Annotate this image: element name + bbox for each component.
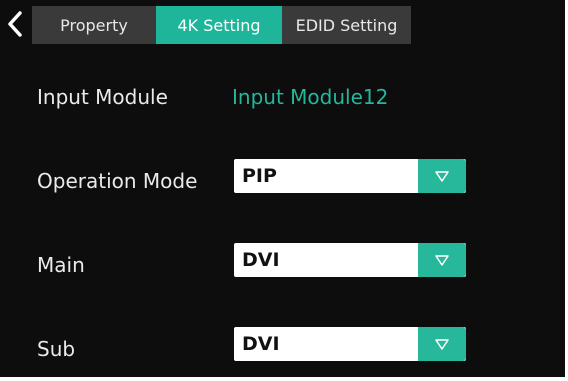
- main-label: Main: [37, 253, 85, 277]
- tab-edid-setting[interactable]: EDID Setting: [282, 6, 411, 44]
- main-value: DVI: [242, 249, 280, 271]
- tab-4k-setting[interactable]: 4K Setting: [156, 6, 282, 44]
- sub-label: Sub: [37, 337, 76, 361]
- operation-mode-value: PIP: [242, 165, 277, 187]
- input-module-value: Input Module12: [232, 85, 389, 109]
- back-button[interactable]: [3, 8, 27, 40]
- chevron-left-icon: [8, 11, 22, 37]
- operation-mode-label: Operation Mode: [37, 169, 198, 193]
- triangle-down-icon: [435, 338, 449, 350]
- triangle-down-icon: [435, 254, 449, 266]
- operation-mode-select[interactable]: PIP: [234, 159, 466, 193]
- sub-value: DVI: [242, 333, 280, 355]
- main-select[interactable]: DVI: [234, 243, 466, 277]
- dropdown-button[interactable]: [418, 243, 466, 277]
- triangle-down-icon: [435, 170, 449, 182]
- dropdown-button[interactable]: [418, 159, 466, 193]
- tab-property[interactable]: Property: [32, 6, 156, 44]
- screen: Property 4K Setting EDID Setting Input M…: [0, 0, 565, 377]
- dropdown-button[interactable]: [418, 327, 466, 361]
- sub-select[interactable]: DVI: [234, 327, 466, 361]
- tab-bar: Property 4K Setting EDID Setting: [32, 6, 411, 44]
- input-module-label: Input Module: [37, 85, 168, 109]
